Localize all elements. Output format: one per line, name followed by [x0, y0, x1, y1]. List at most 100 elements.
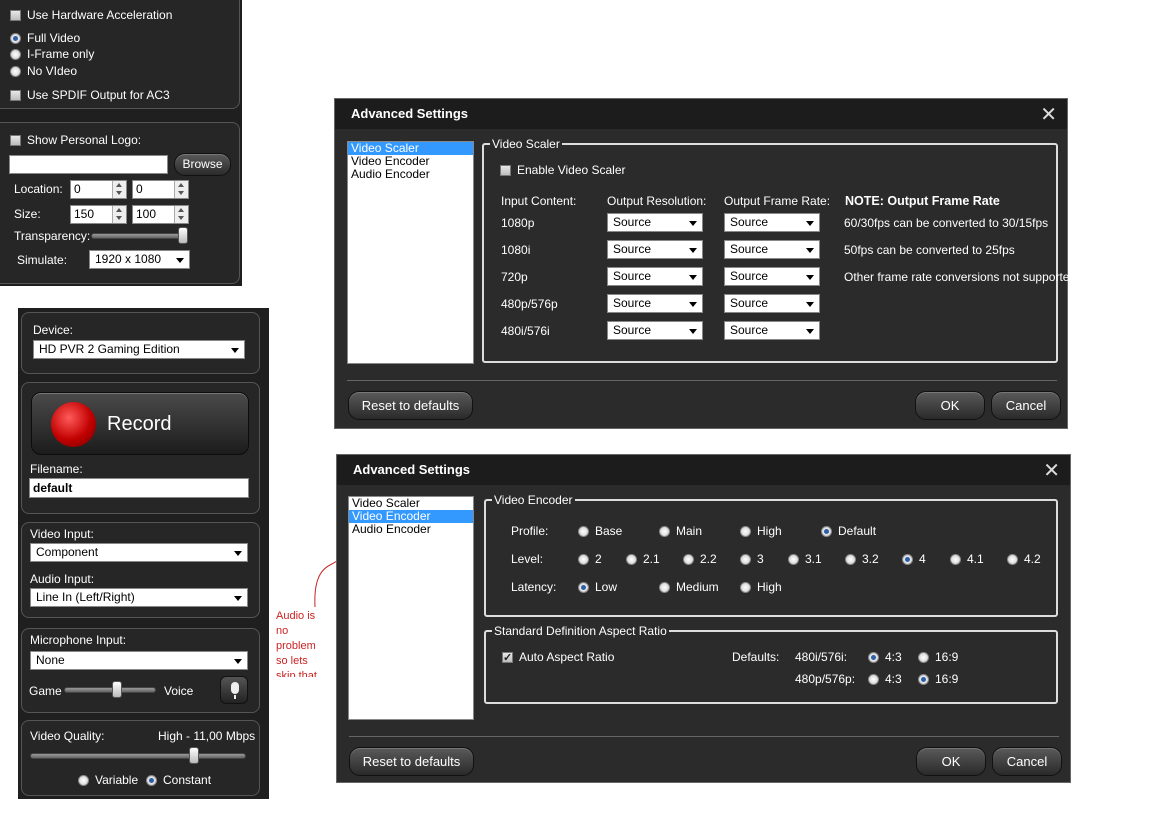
ok-button[interactable]: OK [916, 747, 986, 776]
aspect-480i-16-9[interactable]: 16:9 [918, 650, 958, 664]
transparency-thumb[interactable] [178, 227, 188, 244]
radio[interactable] [868, 673, 879, 685]
enable-scaler-option[interactable]: Enable Video Scaler [500, 163, 626, 177]
location-y-arrows[interactable] [174, 181, 188, 198]
framerate-select-720p[interactable]: Source [724, 267, 820, 286]
radio[interactable] [659, 525, 670, 537]
auto-aspect-option[interactable]: Auto Aspect Ratio [502, 650, 614, 664]
size-height-arrows[interactable] [174, 206, 188, 223]
resolution-select-1080i[interactable]: Source [607, 240, 703, 259]
logo-option[interactable]: Show Personal Logo: [10, 133, 141, 147]
resolution-select-480i[interactable]: Source [607, 321, 703, 340]
profile-high-option[interactable]: High [740, 524, 782, 538]
level-option[interactable]: 4.1 [950, 552, 984, 566]
level-option[interactable]: 3.2 [845, 552, 879, 566]
profile-main-option[interactable]: Main [659, 524, 702, 538]
radio[interactable] [918, 673, 929, 685]
radio[interactable] [918, 651, 929, 663]
radio[interactable] [788, 553, 799, 565]
auto-aspect-checkbox[interactable] [502, 651, 513, 663]
level-option[interactable]: 2 [578, 552, 602, 566]
reset-defaults-button[interactable]: Reset to defaults [349, 747, 474, 776]
size-width-arrows[interactable] [112, 206, 126, 223]
spdif-option[interactable]: Use SPDIF Output for AC3 [10, 88, 170, 102]
level-option[interactable]: 3 [740, 552, 764, 566]
close-icon[interactable]: ✕ [1040, 102, 1057, 127]
constant-radio[interactable] [146, 774, 157, 786]
latency-high-option[interactable]: High [740, 580, 782, 594]
radio[interactable] [740, 553, 751, 565]
full-video-radio[interactable] [10, 32, 21, 44]
filename-input[interactable]: default [29, 478, 249, 498]
device-select[interactable]: HD PVR 2 Gaming Edition [33, 340, 245, 359]
aspect-480i-4-3[interactable]: 4:3 [868, 650, 902, 664]
spdif-checkbox[interactable] [10, 89, 21, 101]
profile-default-option[interactable]: Default [821, 524, 876, 538]
quality-thumb[interactable] [189, 747, 199, 764]
radio[interactable] [740, 525, 751, 537]
radio[interactable] [578, 525, 589, 537]
radio[interactable] [845, 553, 856, 565]
aspect-480p-16-9[interactable]: 16:9 [918, 672, 958, 686]
logo-path-input[interactable] [9, 155, 168, 174]
ok-button[interactable]: OK [915, 391, 985, 420]
enable-scaler-checkbox[interactable] [500, 164, 511, 176]
radio[interactable] [578, 553, 589, 565]
nav-item-audio-encoder[interactable]: Audio Encoder [349, 523, 473, 536]
video-input-select[interactable]: Component [30, 543, 248, 562]
simulate-select[interactable]: 1920 x 1080 [89, 250, 190, 269]
reset-defaults-button[interactable]: Reset to defaults [348, 391, 473, 420]
video-mode-iframe[interactable]: I-Frame only [10, 47, 94, 61]
profile-base-option[interactable]: Base [578, 524, 622, 538]
resolution-select-480p[interactable]: Source [607, 294, 703, 313]
framerate-select-1080p[interactable]: Source [724, 213, 820, 232]
resolution-select-1080p[interactable]: Source [607, 213, 703, 232]
game-voice-thumb[interactable] [112, 681, 122, 698]
level-option[interactable]: 4.2 [1007, 552, 1041, 566]
hw-accel-checkbox[interactable] [10, 9, 21, 21]
logo-checkbox[interactable] [10, 134, 21, 146]
framerate-select-480p[interactable]: Source [724, 294, 820, 313]
variable-radio[interactable] [78, 774, 89, 786]
size-width-spinner[interactable]: 150 [70, 205, 127, 224]
bitrate-constant-option[interactable]: Constant [146, 773, 211, 787]
radio[interactable] [868, 651, 879, 663]
radio[interactable] [740, 581, 751, 593]
radio[interactable] [1007, 553, 1018, 565]
framerate-select-1080i[interactable]: Source [724, 240, 820, 259]
nav-item-audio-encoder[interactable]: Audio Encoder [348, 168, 473, 181]
radio[interactable] [683, 553, 694, 565]
location-x-arrows[interactable] [112, 181, 126, 198]
radio[interactable] [626, 553, 637, 565]
resolution-select-720p[interactable]: Source [607, 267, 703, 286]
close-icon[interactable]: ✕ [1043, 458, 1060, 483]
game-voice-slider[interactable] [64, 687, 156, 693]
bitrate-variable-option[interactable]: Variable [78, 773, 138, 787]
radio[interactable] [578, 581, 589, 593]
latency-medium-option[interactable]: Medium [659, 580, 719, 594]
level-option[interactable]: 4 [902, 552, 926, 566]
level-option[interactable]: 2.2 [683, 552, 717, 566]
radio[interactable] [659, 581, 670, 593]
level-option[interactable]: 2.1 [626, 552, 660, 566]
no-video-radio[interactable] [10, 65, 21, 77]
radio[interactable] [902, 553, 913, 565]
location-y-spinner[interactable]: 0 [132, 180, 189, 199]
iframe-radio[interactable] [10, 48, 21, 60]
size-height-spinner[interactable]: 100 [132, 205, 189, 224]
microphone-button[interactable] [220, 676, 248, 704]
browse-button[interactable]: Browse [174, 153, 231, 176]
record-button[interactable]: Record [31, 392, 249, 455]
cancel-button[interactable]: Cancel [992, 747, 1062, 776]
transparency-slider[interactable] [91, 233, 188, 239]
aspect-480p-4-3[interactable]: 4:3 [868, 672, 902, 686]
audio-input-select[interactable]: Line In (Left/Right) [30, 588, 248, 607]
video-mode-full[interactable]: Full Video [10, 31, 80, 45]
framerate-select-480i[interactable]: Source [724, 321, 820, 340]
level-option[interactable]: 3.1 [788, 552, 822, 566]
cancel-button[interactable]: Cancel [991, 391, 1061, 420]
radio[interactable] [821, 525, 832, 537]
video-mode-none[interactable]: No VIdeo [10, 64, 77, 78]
quality-slider[interactable] [30, 753, 246, 759]
location-x-spinner[interactable]: 0 [70, 180, 127, 199]
